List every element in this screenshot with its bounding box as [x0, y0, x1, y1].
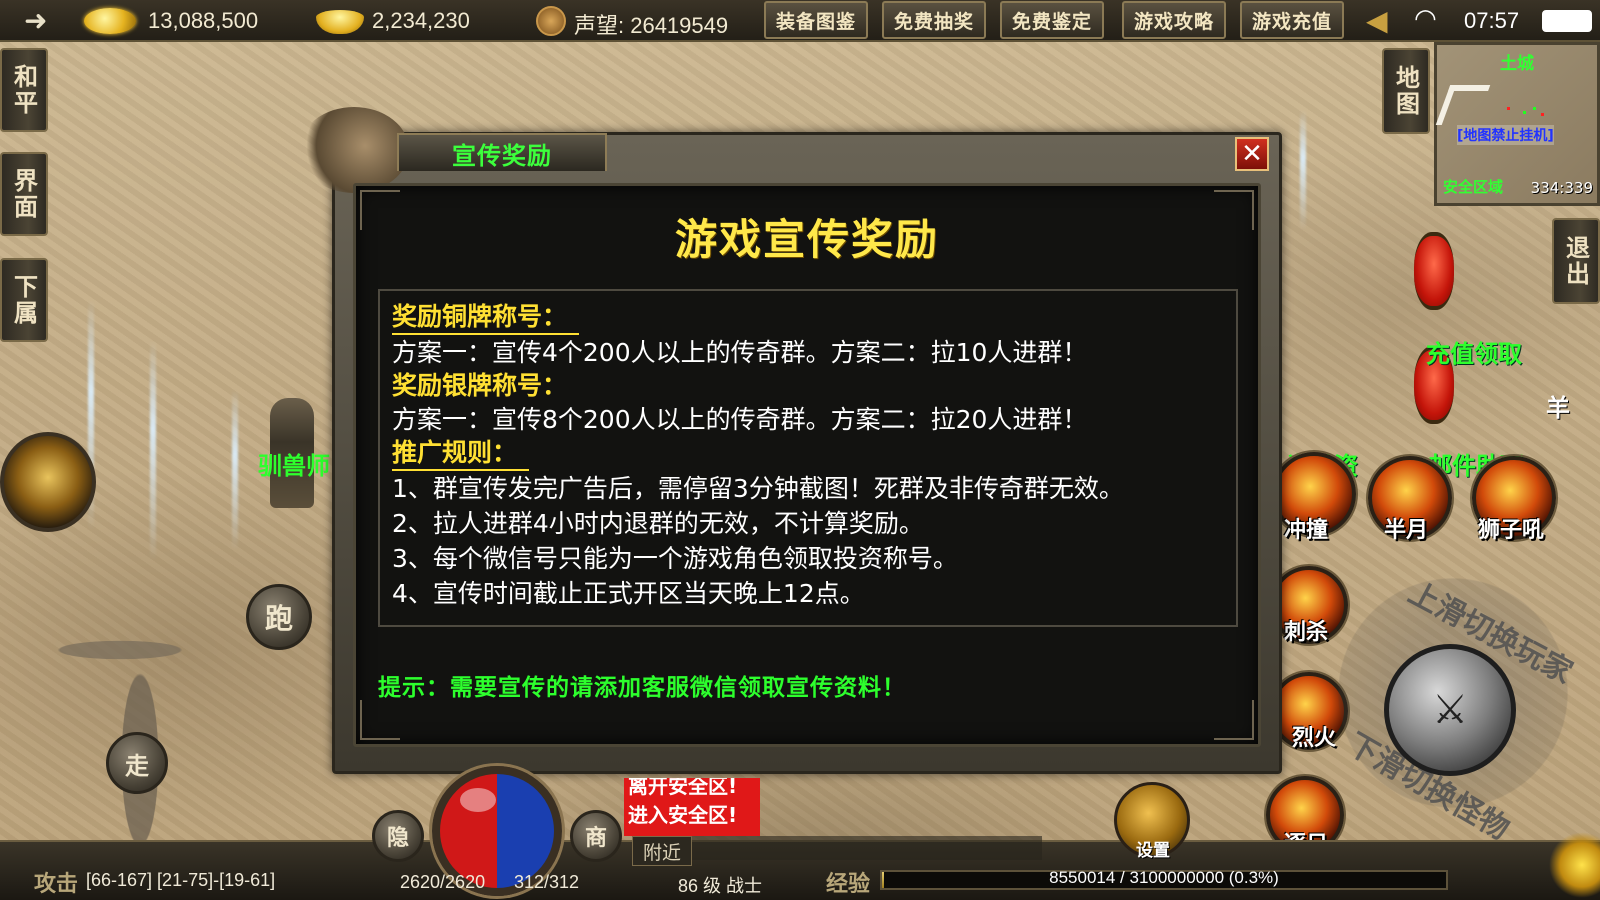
gold-amount: 13,088,500 — [148, 8, 259, 33]
minimap[interactable]: 土城 [地图禁止挂机] 安全区域 334:339 — [1434, 42, 1600, 206]
interface-button[interactable]: 界面 — [0, 152, 48, 236]
walk-button[interactable]: 走 — [106, 732, 168, 794]
charge-skill-label: 冲撞 — [1284, 518, 1329, 543]
exp-value: 8550014 / 3100000000 (0.3%) — [1049, 868, 1279, 887]
attack-sword-button[interactable]: ⚔ — [1384, 644, 1516, 776]
peace-mode-button[interactable]: 和平 — [0, 48, 48, 132]
bronze-title-rule: 方案一：宣传4个200人以上的传奇群。方案二：拉10人进群！ — [392, 338, 1088, 367]
minimap-marker — [1533, 107, 1536, 110]
lion-roar-skill-label: 狮子吼 — [1478, 518, 1545, 543]
hp-value: 2620/2620 — [400, 872, 486, 892]
top-status-bar: ➜ 13,088,500 2,234,230 声望: 26419549 装备图鉴… — [0, 0, 1600, 42]
dialog-content-panel: 游戏宣传奖励 奖励铜牌称号： 方案一：宣传4个200人以上的传奇群。方案二：拉1… — [353, 183, 1261, 747]
minimap-coordinates: 334:339 — [1530, 179, 1593, 197]
safe-zone-notice: 离开安全区! 进入安全区! — [624, 778, 760, 836]
day-sun-icon — [1540, 830, 1600, 900]
light-beam — [232, 390, 238, 550]
game-recharge-button[interactable]: 游戏充值 — [1240, 1, 1344, 39]
gold-ingot-icon — [316, 10, 364, 34]
chat-area[interactable] — [692, 836, 1042, 860]
minimap-marker — [1541, 113, 1544, 116]
subordinate-button[interactable]: 下属 — [0, 258, 48, 342]
dialog-tip: 提示：需要宣传的请添加客服微信领取宣传资料！ — [378, 675, 906, 701]
promotion-rule-line: 3、每个微信号只能为一个游戏角色领取投资称号。 — [392, 544, 958, 573]
safe-zone-leave-line: 离开安全区! — [628, 778, 738, 798]
silver-title-rule: 方案一：宣传8个200人以上的传奇群。方案二：拉20人进群！ — [392, 405, 1088, 434]
promotion-rule-line: 2、拉人进群4小时内退群的无效，不计算奖励。 — [392, 509, 924, 538]
flaming-sword-skill-label: 烈火 — [1292, 726, 1337, 751]
minimap-zone: 安全区域 — [1443, 178, 1504, 196]
corner-ornament — [1214, 700, 1254, 740]
half-moon-skill-label: 半月 — [1384, 518, 1429, 543]
level-class: 86 级 战士 — [678, 876, 763, 896]
light-beam — [150, 340, 156, 560]
attack-mode-label[interactable]: 攻击 — [34, 866, 78, 898]
promotion-rule-line: 1、群宣传发完广告后，需停留3分钟截图！死群及非传奇群无效。 — [392, 474, 1124, 503]
character-stats: [66-167] [21-75]-[19-61] — [86, 870, 276, 890]
rules-box: 奖励铜牌称号： 方案一：宣传4个200人以上的传奇群。方案二：拉10人进群！ 奖… — [378, 289, 1238, 627]
ingot-amount: 2,234,230 — [372, 8, 470, 33]
close-button[interactable]: ✕ — [1235, 137, 1269, 171]
free-lottery-button[interactable]: 免费抽奖 — [882, 1, 986, 39]
minimap-marker — [1507, 107, 1510, 110]
promotion-rules-heading: 推广规则： — [392, 437, 530, 471]
collapse-arrow-icon[interactable]: ◀ — [1366, 4, 1388, 37]
expand-arrow-icon[interactable]: ➜ — [24, 4, 47, 37]
reputation-value: 声望: 26419549 — [574, 13, 729, 38]
dialog-heading: 游戏宣传奖励 — [674, 215, 939, 264]
free-appraisal-button[interactable]: 免费鉴定 — [1000, 1, 1104, 39]
gold-coin-icon — [84, 8, 136, 34]
nearby-chat-tab[interactable]: 附近 — [632, 836, 692, 866]
clock: 07:57 — [1464, 8, 1520, 33]
safe-zone-enter-line: 进入安全区! — [628, 803, 738, 827]
battery-icon — [1542, 10, 1592, 32]
dialog-title-tab[interactable]: 宣传奖励 — [397, 133, 607, 171]
minimap-title: 土城 — [1500, 54, 1534, 74]
minimap-path — [1435, 85, 1491, 125]
exp-label: 经验 — [826, 872, 871, 897]
dragon-ornament-icon — [299, 107, 409, 193]
silver-title-heading: 奖励银牌称号： — [392, 371, 568, 400]
shop-button[interactable]: 商 — [570, 810, 622, 862]
promotion-reward-dialog: 宣传奖励 ✕ 游戏宣传奖励 奖励铜牌称号： 方案一：宣传4个200人以上的传奇群… — [299, 107, 1282, 774]
npc-name-label: 驯兽师 — [258, 452, 330, 480]
run-button[interactable]: 跑 — [246, 584, 312, 650]
sheep-name-label: 羊 — [1546, 394, 1570, 422]
mp-value: 312/312 — [514, 872, 580, 892]
minimap-marker — [1523, 111, 1526, 114]
pet-emblem-icon[interactable] — [0, 432, 96, 532]
stab-skill-label: 刺杀 — [1284, 620, 1329, 645]
reputation-icon — [536, 6, 566, 36]
recharge-claim-label[interactable]: 充值领取 — [1426, 334, 1522, 369]
wifi-icon: ◠ — [1414, 4, 1437, 34]
map-button[interactable]: 地图 — [1382, 48, 1430, 134]
bronze-title-heading: 奖励铜牌称号： — [392, 301, 580, 335]
equipment-catalog-button[interactable]: 装备图鉴 — [764, 1, 868, 39]
hide-button[interactable]: 隐 — [372, 810, 424, 862]
settings-label: 设置 — [1136, 841, 1170, 861]
light-beam — [1300, 110, 1306, 230]
sword-icon: ⚔ — [1432, 687, 1468, 733]
minimap-warning: [地图禁止挂机] — [1457, 125, 1554, 145]
exit-button[interactable]: 退出 — [1552, 218, 1600, 304]
game-guide-button[interactable]: 游戏攻略 — [1122, 1, 1226, 39]
promotion-rule-line: 4、宣传时间截止正式开区当天晚上12点。 — [392, 579, 865, 608]
red-lantern-icon — [1414, 232, 1454, 310]
corner-ornament — [360, 700, 400, 740]
withered-tree — [10, 560, 270, 840]
